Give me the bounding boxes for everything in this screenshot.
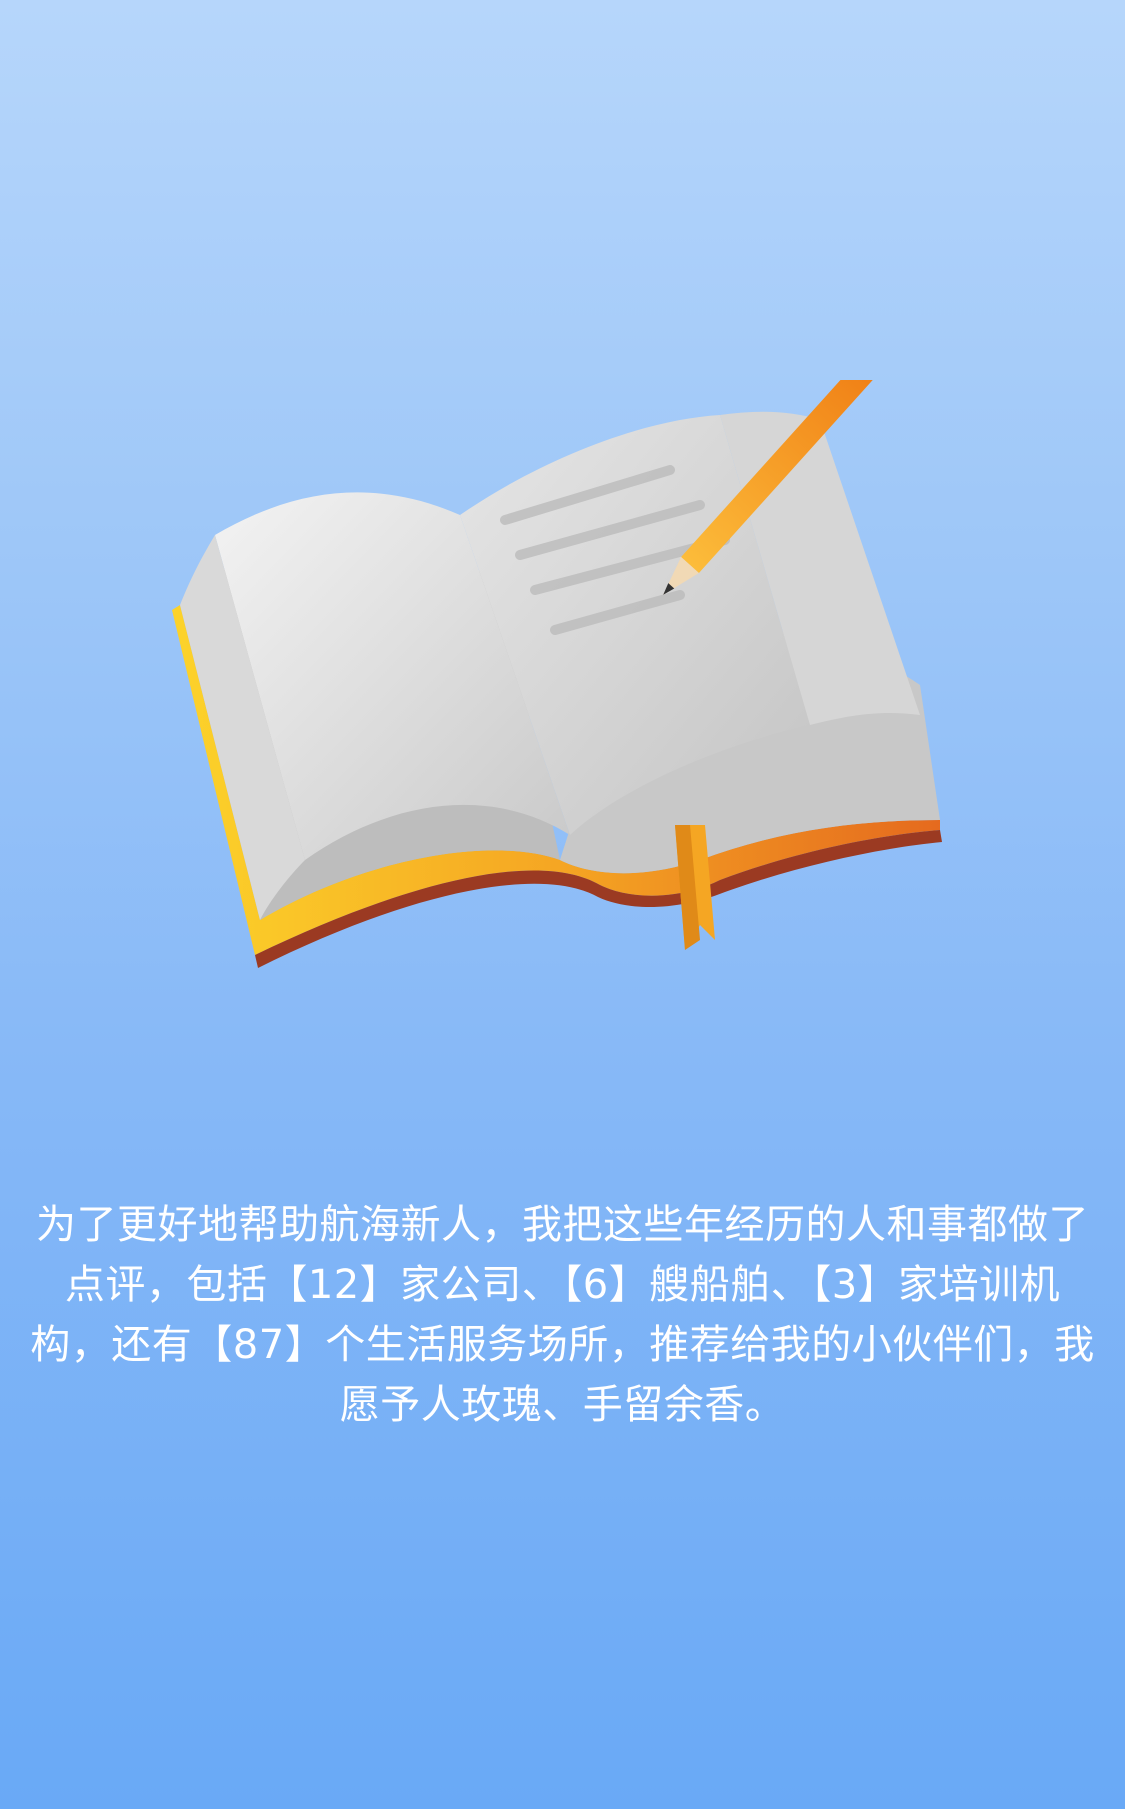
open-book-with-pencil-icon	[172, 380, 942, 968]
intro-text: 为了更好地帮助航海新人，我把这些年经历的人和事都做了点评，包括【12】家公司、【…	[30, 1202, 1095, 1428]
